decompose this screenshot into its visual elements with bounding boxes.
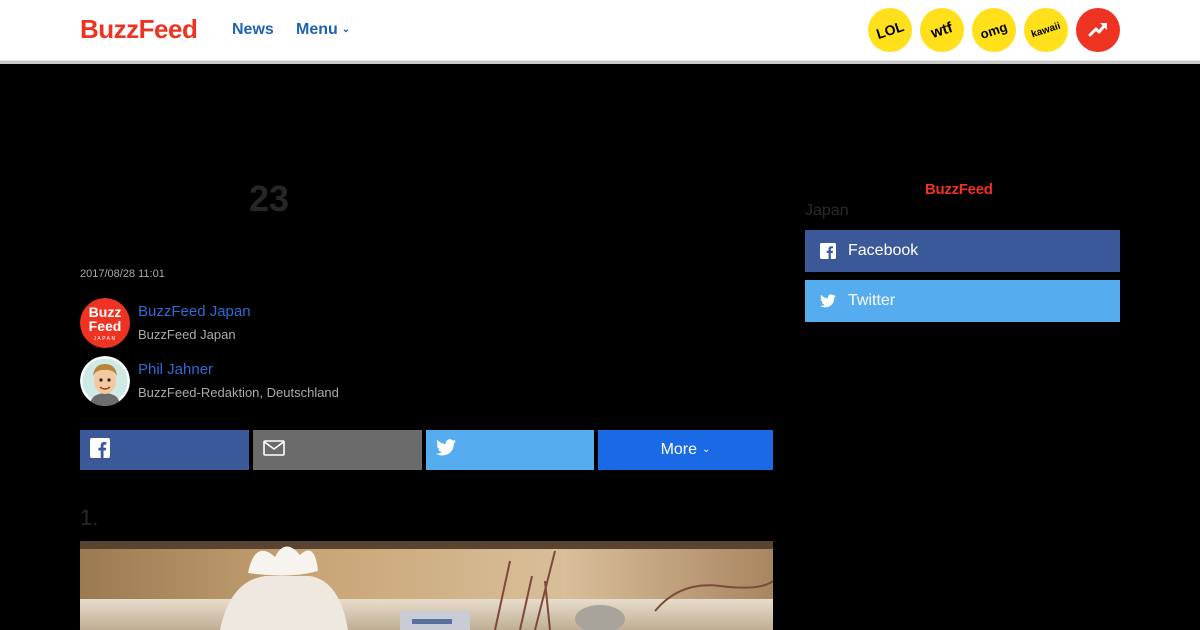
share-more-button[interactable]: More ⌄ (598, 430, 773, 470)
article-title: 23 (249, 178, 290, 219)
facebook-icon (820, 243, 836, 259)
badge-kawaii-label: kawaii (1030, 20, 1062, 40)
author-name-link[interactable]: BuzzFeed Japan (138, 303, 251, 320)
article-photo (80, 541, 773, 630)
publish-date: 2017/08/28 11:01 (80, 268, 165, 280)
author-avatar-phil-jahner[interactable] (80, 356, 130, 406)
avatar-text-line3: JAPAN (93, 336, 116, 342)
badge-omg[interactable]: omg (972, 8, 1016, 52)
sidebar-buzzfeed-logo: BuzzFeed (925, 181, 993, 198)
author-avatar-buzzfeed-japan[interactable]: Buzz Feed JAPAN (80, 298, 130, 348)
facebook-icon (90, 437, 110, 463)
sidebar-region-label: Japan (805, 202, 849, 219)
sidebar-twitter-label: Twitter (848, 292, 896, 309)
nav-menu-label: Menu (296, 21, 338, 38)
sidebar-facebook-label: Facebook (848, 242, 919, 259)
author-role: BuzzFeed Japan (138, 327, 236, 342)
chevron-down-icon: ⌄ (341, 24, 351, 35)
share-more-label: More (660, 441, 698, 458)
badge-omg-label: omg (978, 18, 1010, 42)
nav-news-link[interactable]: News (232, 21, 274, 39)
share-email-button[interactable] (253, 430, 422, 470)
envelope-icon (263, 439, 285, 461)
badge-kawaii[interactable]: kawaii (1024, 8, 1068, 52)
chevron-down-icon: ⌄ (702, 443, 711, 455)
share-twitter-button[interactable] (426, 430, 594, 470)
share-bar: More ⌄ (80, 430, 773, 470)
trending-button[interactable] (1076, 8, 1120, 52)
twitter-bird-icon (436, 439, 456, 461)
buzzfeed-logo[interactable]: BuzzFeed (80, 14, 198, 45)
author-name-link[interactable]: Phil Jahner (138, 361, 213, 378)
share-facebook-button[interactable] (80, 430, 249, 470)
site-header: BuzzFeed News Menu ⌄ LOL wtf omg kawaii (0, 0, 1200, 60)
badge-wtf-label: wtf (929, 18, 955, 42)
author-role: BuzzFeed-Redaktion, Deutschland (138, 385, 339, 400)
sidebar-twitter-button[interactable]: Twitter (805, 280, 1120, 322)
badge-wtf[interactable]: wtf (920, 8, 964, 52)
list-item-number: 1. (80, 505, 99, 530)
badge-lol-label: LOL (874, 18, 906, 42)
header-divider (0, 60, 1200, 64)
nav-menu-button[interactable]: Menu ⌄ (296, 21, 350, 39)
twitter-bird-icon (820, 294, 836, 308)
trending-arrow-icon (1088, 23, 1107, 37)
avatar-text-line2: Feed (89, 318, 122, 334)
sidebar-facebook-button[interactable]: Facebook (805, 230, 1120, 272)
badge-lol[interactable]: LOL (868, 8, 912, 52)
